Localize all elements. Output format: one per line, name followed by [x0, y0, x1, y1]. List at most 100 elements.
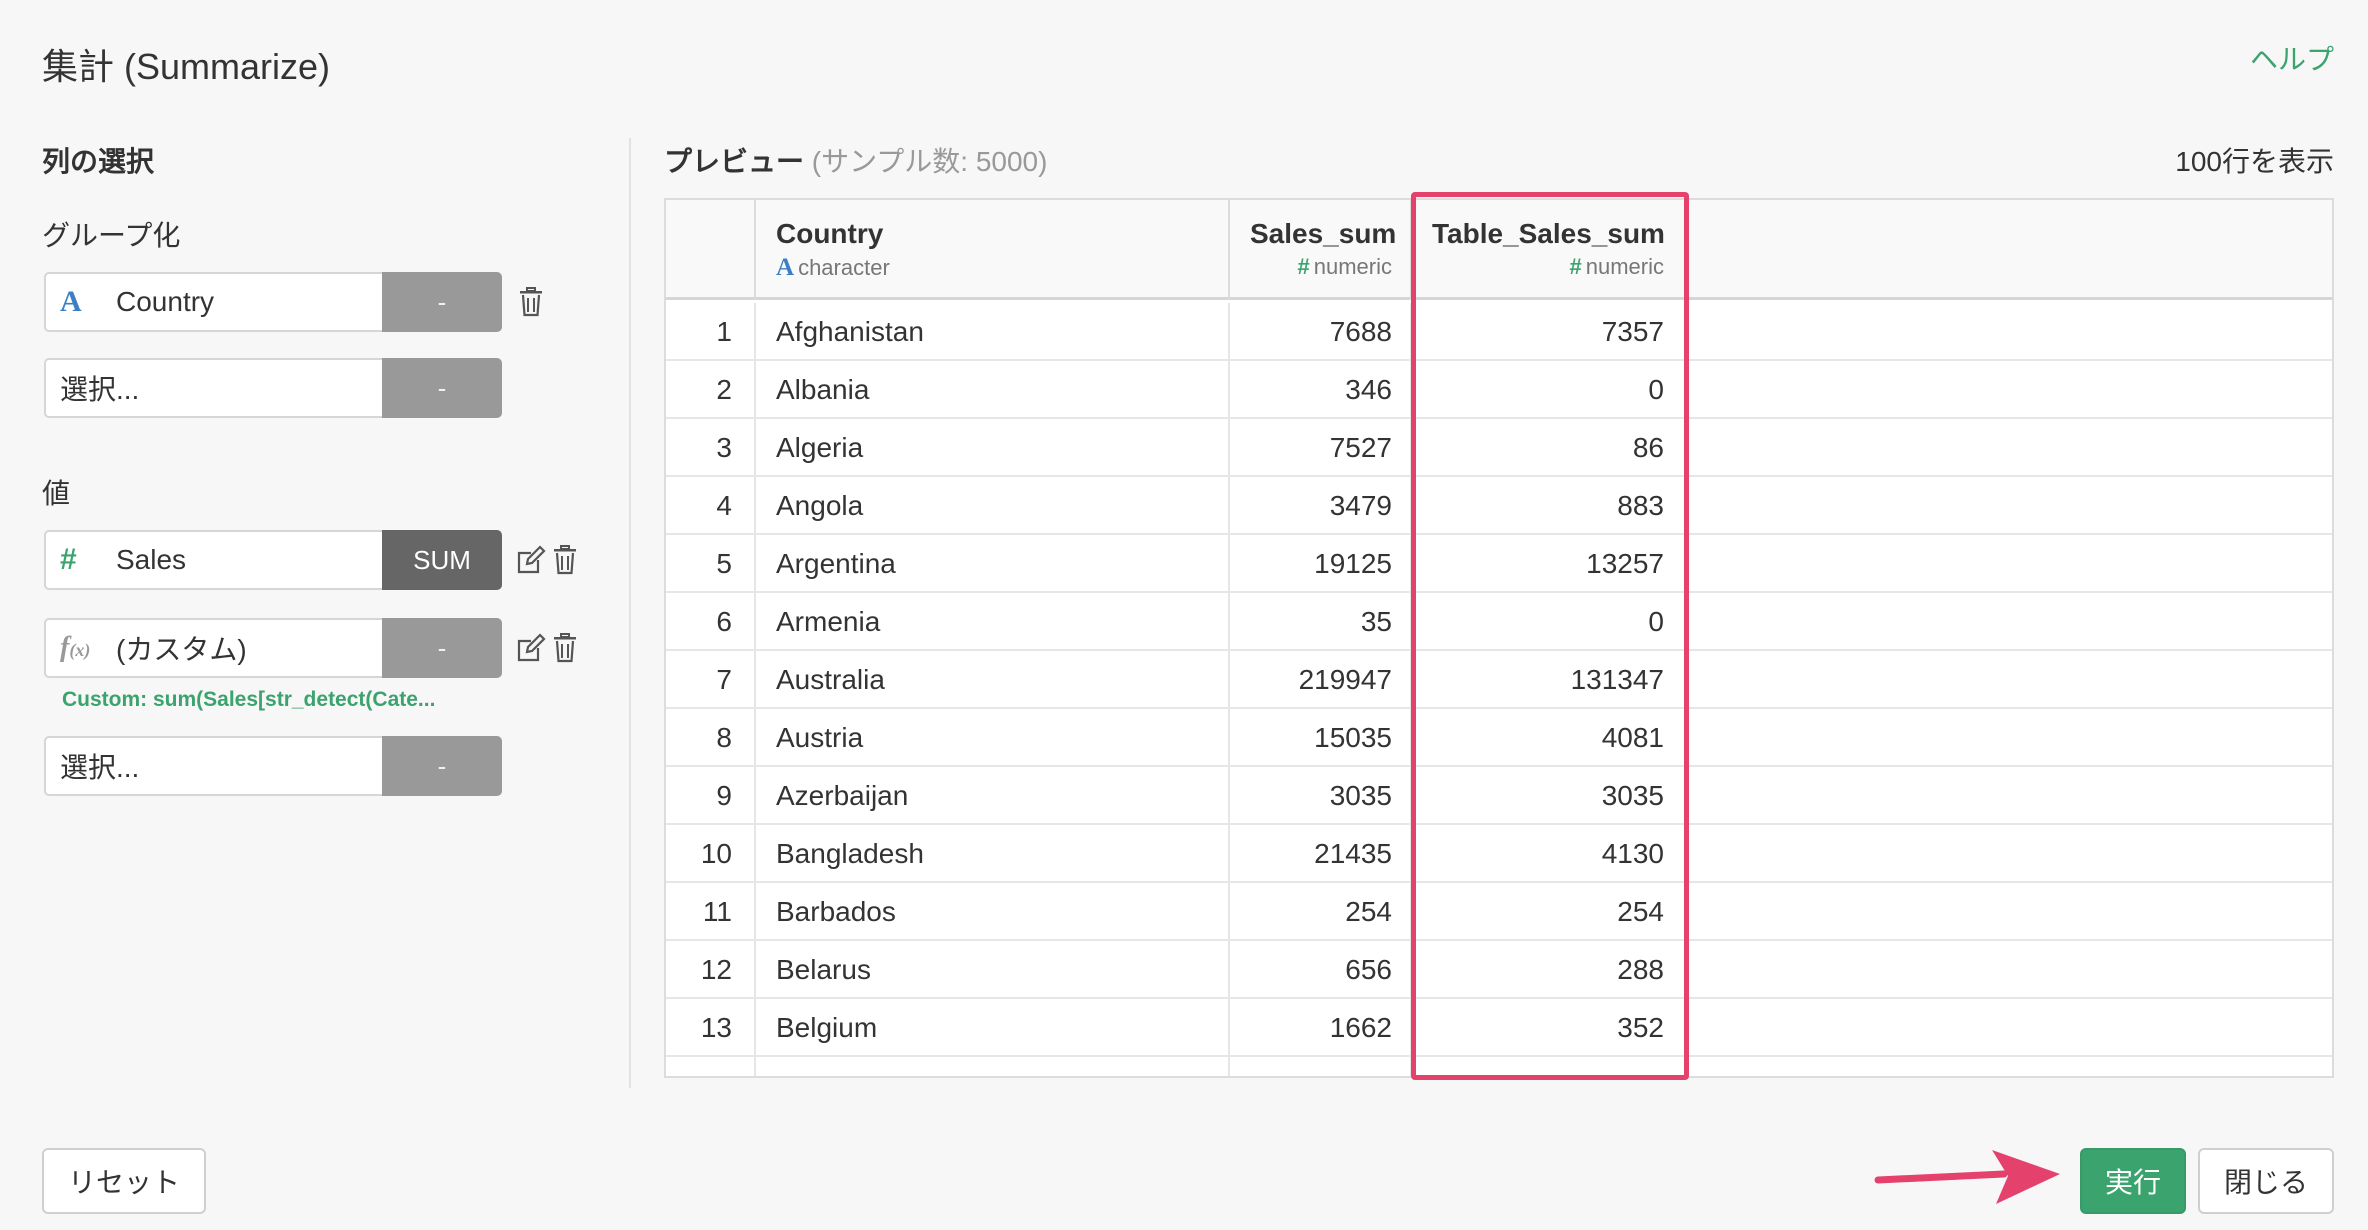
run-button[interactable]: 実行: [2080, 1148, 2186, 1214]
sales-sum-cell[interactable]: 15035: [1230, 709, 1412, 767]
sales-sum-cell[interactable]: 7527: [1230, 419, 1412, 477]
country-cell[interactable]: Azerbaijan: [756, 767, 1230, 825]
sales-sum-cell[interactable]: 656: [1230, 941, 1412, 999]
sales-sum-cell[interactable]: 35: [1230, 593, 1412, 651]
country-cell[interactable]: Barbados: [756, 883, 1230, 941]
table-sales-sum-cell[interactable]: 0: [1412, 361, 1686, 419]
aggregate-function-button[interactable]: -: [382, 618, 502, 678]
row-index[interactable]: 11: [666, 883, 756, 941]
country-cell[interactable]: Armenia: [756, 593, 1230, 651]
help-link[interactable]: ヘルプ: [2250, 38, 2334, 78]
numeric-type-icon: #: [60, 543, 77, 576]
table-row: 6 Armenia 35 0: [666, 593, 2332, 651]
rows-display-selector[interactable]: 100行を表示: [2175, 140, 2334, 180]
sales-sum-cell[interactable]: 346: [1230, 361, 1412, 419]
table-sales-sum-cell[interactable]: 883: [1412, 477, 1686, 535]
table-sales-sum-cell[interactable]: 86: [1412, 419, 1686, 477]
sales-sum-cell[interactable]: 7688: [1230, 303, 1412, 361]
sales-sum-cell[interactable]: 254: [1230, 883, 1412, 941]
country-cell[interactable]: Australia: [756, 651, 1230, 709]
table-sales-sum-cell[interactable]: 254: [1412, 883, 1686, 941]
trash-icon[interactable]: [550, 543, 580, 577]
row-index[interactable]: 2: [666, 361, 756, 419]
country-cell: [756, 1057, 1230, 1076]
group-by-label: グループ化: [42, 220, 181, 251]
table-sales-sum-cell[interactable]: 4130: [1412, 825, 1686, 883]
table-sales-sum-cell[interactable]: 352: [1412, 999, 1686, 1057]
row-index[interactable]: 5: [666, 535, 756, 593]
row-index[interactable]: 12: [666, 941, 756, 999]
header-country[interactable]: Country Acharacter: [756, 200, 1230, 300]
value-select-placeholder: 選択...: [60, 752, 140, 783]
table-sales-sum-cell[interactable]: 4081: [1412, 709, 1686, 767]
row-index[interactable]: 9: [666, 767, 756, 825]
table-row: 11 Barbados 254 254: [666, 883, 2332, 941]
group-by-field-value: Country: [116, 286, 215, 317]
table-row: 7 Australia 219947 131347: [666, 651, 2332, 709]
country-cell[interactable]: Belarus: [756, 941, 1230, 999]
sales-sum-cell[interactable]: 19125: [1230, 535, 1412, 593]
edit-icon[interactable]: [516, 543, 546, 577]
row-index[interactable]: 6: [666, 593, 756, 651]
grid-body: 1 Afghanistan 7688 7357 2 Albania 346 0 3 Algeria…: [666, 303, 2332, 1076]
country-cell[interactable]: Albania: [756, 361, 1230, 419]
country-cell[interactable]: Algeria: [756, 419, 1230, 477]
table-sales-sum-cell[interactable]: 13257: [1412, 535, 1686, 593]
sales-sum-cell[interactable]: 219947: [1230, 651, 1412, 709]
edit-icon[interactable]: [516, 631, 546, 665]
header-sales-sum[interactable]: Sales_sum # numeric: [1230, 200, 1412, 300]
country-cell[interactable]: Belgium: [756, 999, 1230, 1057]
numeric-type-icon: #: [1569, 254, 1582, 279]
country-cell[interactable]: Afghanistan: [756, 303, 1230, 361]
column-name: Table_Sales_sum: [1432, 218, 1665, 249]
country-cell[interactable]: Bangladesh: [756, 825, 1230, 883]
group-by-field[interactable]: A Country: [44, 272, 382, 332]
trash-icon[interactable]: [516, 285, 546, 319]
sales-sum-cell[interactable]: 3479: [1230, 477, 1412, 535]
table-row: 4 Angola 3479 883: [666, 477, 2332, 535]
table-sales-sum-cell[interactable]: 288: [1412, 941, 1686, 999]
value-field[interactable]: # Sales: [44, 530, 382, 590]
row-index[interactable]: 13: [666, 999, 756, 1057]
value-field-name: Sales: [116, 544, 187, 575]
column-type-label: character: [798, 255, 890, 280]
sales-sum-cell: [1230, 1057, 1412, 1076]
column-name: Country: [776, 218, 884, 249]
group-by-function-button[interactable]: -: [382, 358, 502, 418]
table-sales-sum-cell[interactable]: 131347: [1412, 651, 1686, 709]
values-label: 値: [42, 478, 71, 509]
group-by-function-button[interactable]: -: [382, 272, 502, 332]
aggregate-function-button[interactable]: -: [382, 736, 502, 796]
country-cell[interactable]: Angola: [756, 477, 1230, 535]
value-select[interactable]: 選択...: [44, 736, 382, 796]
close-button[interactable]: 閉じる: [2198, 1148, 2334, 1214]
trash-icon[interactable]: [550, 631, 580, 665]
sales-sum-cell[interactable]: 21435: [1230, 825, 1412, 883]
table-row: 3 Algeria 7527 86: [666, 419, 2332, 477]
column-type: # numeric: [1250, 254, 1393, 280]
column-type: # numeric: [1432, 254, 1665, 280]
sales-sum-cell[interactable]: 1662: [1230, 999, 1412, 1057]
value-field[interactable]: f(x) (カスタム): [44, 618, 382, 678]
table-sales-sum-cell[interactable]: 3035: [1412, 767, 1686, 825]
row-index[interactable]: 10: [666, 825, 756, 883]
aggregate-function-button[interactable]: SUM: [382, 530, 502, 590]
row-index: [666, 1057, 756, 1076]
row-index[interactable]: 4: [666, 477, 756, 535]
table-sales-sum-cell[interactable]: 7357: [1412, 303, 1686, 361]
country-cell[interactable]: Argentina: [756, 535, 1230, 593]
country-cell[interactable]: Austria: [756, 709, 1230, 767]
row-index[interactable]: 1: [666, 303, 756, 361]
preview-grid: Country Acharacter Sales_sum # numeric Ta…: [664, 198, 2334, 1078]
row-index[interactable]: 7: [666, 651, 756, 709]
reset-button[interactable]: リセット: [42, 1148, 206, 1214]
function-type-icon: f(x): [60, 632, 91, 663]
header-table-sales-sum[interactable]: Table_Sales_sum # numeric: [1412, 200, 1686, 300]
row-index[interactable]: 8: [666, 709, 756, 767]
sales-sum-cell[interactable]: 3035: [1230, 767, 1412, 825]
value-row-custom: f(x) (カスタム) -: [44, 618, 580, 678]
row-index[interactable]: 3: [666, 419, 756, 477]
table-sales-sum-cell[interactable]: 0: [1412, 593, 1686, 651]
panel-divider: [629, 138, 631, 1088]
group-by-select[interactable]: 選択...: [44, 358, 382, 418]
